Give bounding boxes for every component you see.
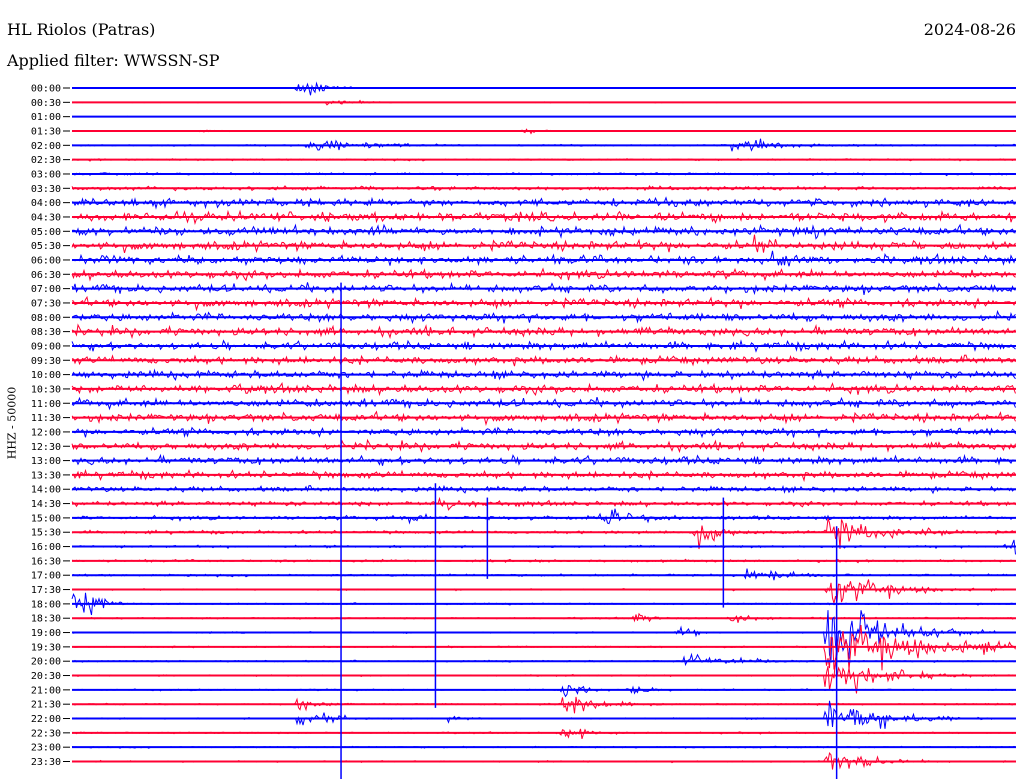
trace-row [71, 250, 1016, 267]
trace-row [71, 728, 1016, 740]
row-time-label: 08:00 [31, 313, 61, 324]
seismogram-plot: 00:00 00:30 01:00 01:30 02:00 02:30 03:00 03:30… [31, 81, 1016, 779]
row-time-label: 15:00 [31, 513, 61, 524]
trace-row [71, 579, 1016, 604]
row-time-label: 22:00 [31, 714, 61, 725]
row-time-label: 17:30 [31, 585, 61, 596]
row-time-label: 04:00 [31, 198, 61, 209]
row-time-label: 01:30 [31, 126, 61, 137]
row-time-label: 02:00 [31, 141, 61, 152]
row-time-label: 23:30 [31, 757, 61, 768]
row-time-label: 15:30 [31, 528, 61, 539]
row-time-label: 18:00 [31, 599, 61, 610]
row-time-label: 05:30 [31, 241, 61, 252]
trace-row [71, 518, 1016, 550]
row-time-label: 23:00 [31, 743, 61, 754]
row-time-label: 07:00 [31, 284, 61, 295]
row-time-label: 09:30 [31, 356, 61, 367]
row-time-label: 10:00 [31, 370, 61, 381]
row-time-label: 04:30 [31, 212, 61, 223]
trace-row [71, 652, 1016, 667]
trace-row [72, 508, 1016, 525]
row-time-label: 00:30 [31, 98, 61, 109]
row-time-label: 20:30 [31, 671, 61, 682]
row-time-label: 14:30 [31, 499, 61, 510]
row-time-label: 03:30 [31, 184, 61, 195]
row-time-label: 11:00 [31, 399, 61, 410]
row-time-label: 06:30 [31, 270, 61, 281]
row-time-label: 03:00 [31, 169, 61, 180]
row-time-label: 16:30 [31, 556, 61, 567]
row-time-label: 05:00 [31, 227, 61, 238]
row-time-label: 18:30 [31, 614, 61, 625]
row-time-label: 12:00 [31, 427, 61, 438]
row-time-label: 20:00 [31, 657, 61, 668]
row-time-label: 11:30 [31, 413, 61, 424]
row-time-label: 00:00 [31, 84, 61, 95]
row-time-label: 13:30 [31, 470, 61, 481]
row-time-label: 19:00 [31, 628, 61, 639]
row-time-label: 17:00 [31, 571, 61, 582]
row-time-label: 21:00 [31, 685, 61, 696]
row-time-label: 13:00 [31, 456, 61, 467]
trace-row [71, 684, 1016, 698]
row-time-label: 16:00 [31, 542, 61, 553]
row-time-label: 19:30 [31, 642, 61, 653]
row-time-label: 09:00 [31, 341, 61, 352]
trace-row [72, 81, 1016, 96]
row-time-label: 12:30 [31, 442, 61, 453]
row-time-label: 06:00 [31, 255, 61, 266]
row-time-label: 01:00 [31, 112, 61, 123]
row-time-label: 02:30 [31, 155, 61, 166]
trace-row [71, 234, 1016, 254]
row-time-label: 10:30 [31, 384, 61, 395]
row-time-label: 22:30 [31, 728, 61, 739]
row-time-label: 14:00 [31, 485, 61, 496]
row-time-label: 08:30 [31, 327, 61, 338]
row-time-label: 07:30 [31, 298, 61, 309]
row-time-label: 21:30 [31, 700, 61, 711]
